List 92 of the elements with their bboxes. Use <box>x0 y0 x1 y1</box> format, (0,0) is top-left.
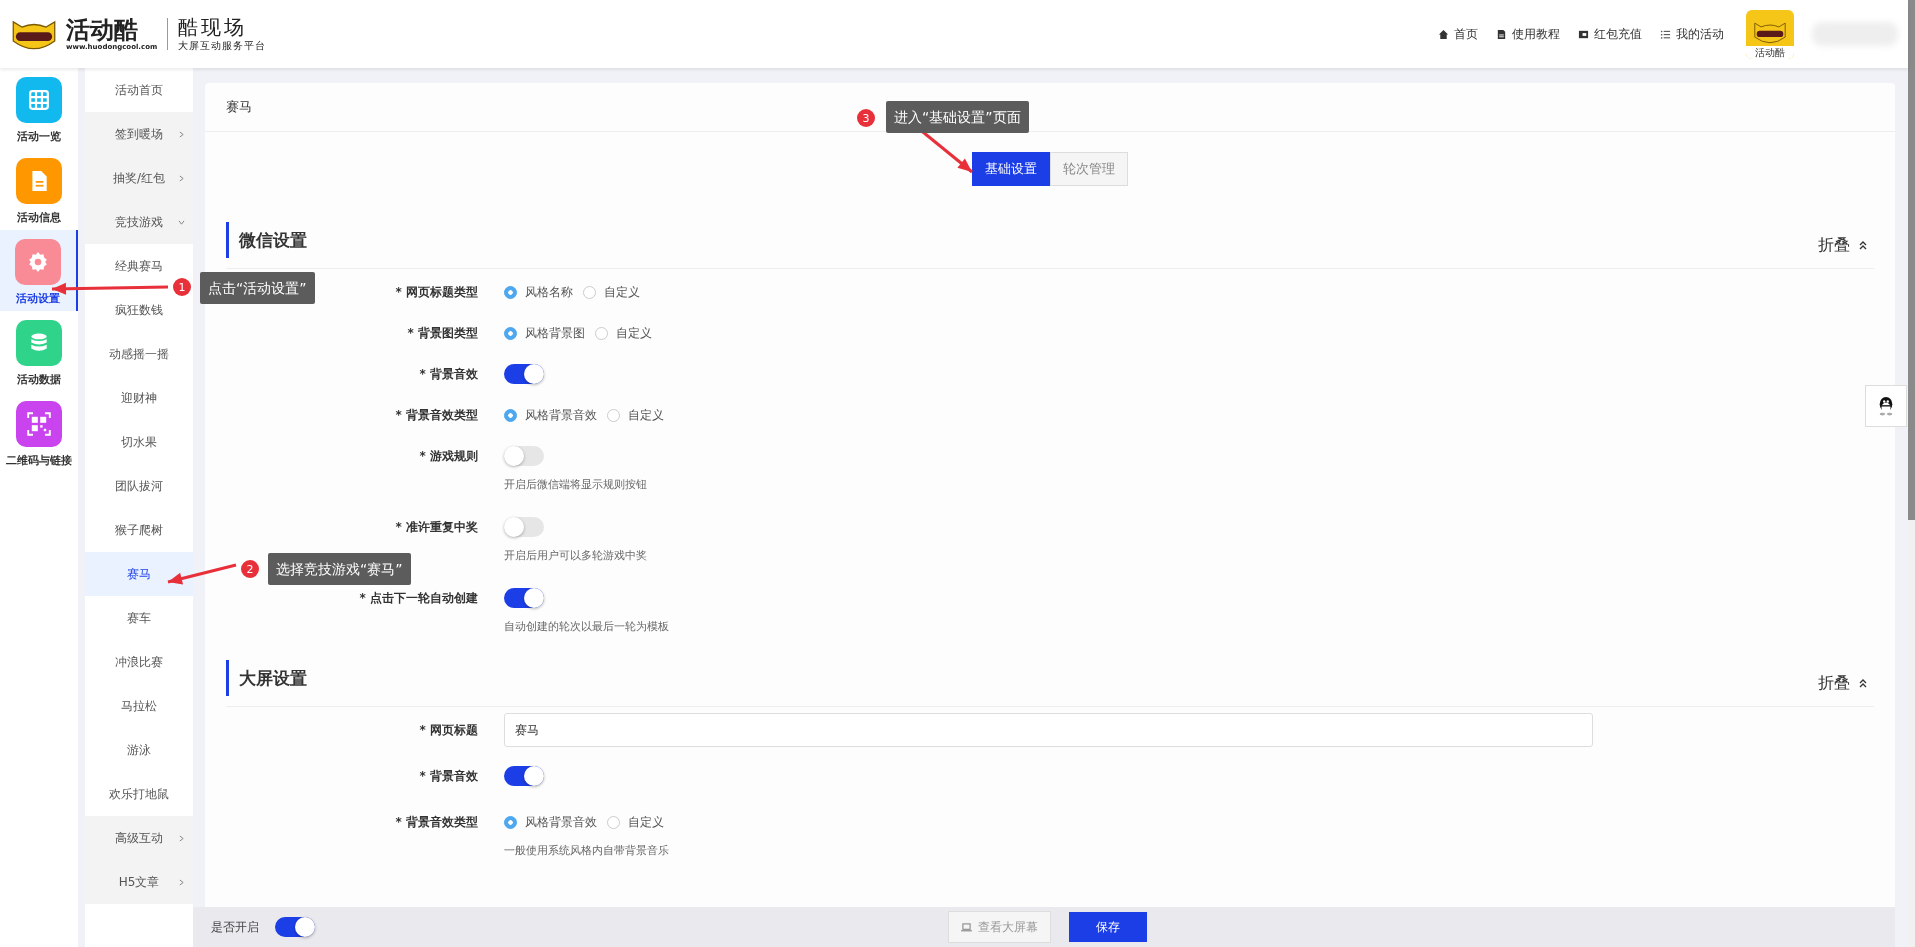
section-title: 微信设置 <box>226 222 307 258</box>
field-label: * 网页标题 <box>419 721 478 739</box>
field-label: * 背景音效 <box>419 365 478 383</box>
radio-option[interactable]: 风格背景音效 <box>504 406 597 424</box>
field-label: * 点击下一轮自动创建 <box>359 589 478 607</box>
radio-option[interactable]: 风格背景图 <box>504 324 585 342</box>
hint-text: 开启后用户可以多轮游戏中奖 <box>504 548 647 564</box>
chevron-icon <box>179 834 184 842</box>
save-button[interactable]: 保存 <box>1069 912 1147 942</box>
radio-label: 自定义 <box>616 324 652 342</box>
radio-label: 自定义 <box>604 283 640 301</box>
toggle-switch[interactable] <box>504 588 544 608</box>
toggle-switch[interactable] <box>504 364 544 384</box>
hint-text: 自动创建的轮次以最后一轮为模板 <box>504 619 669 635</box>
callout-label: 点击“活动设置” <box>200 272 315 304</box>
radio-label: 自定义 <box>628 406 664 424</box>
collapse-link[interactable]: 折叠 <box>1818 672 1874 694</box>
enable-label: 是否开启 <box>211 918 259 936</box>
menu-item[interactable]: 竞技游戏 <box>85 200 193 244</box>
page-title: 赛马 <box>226 98 252 116</box>
menu-item[interactable]: 抽奖/红包 <box>85 156 193 200</box>
radio-label: 风格背景音效 <box>525 406 597 424</box>
laptop-icon <box>961 922 972 932</box>
radio-label: 风格背景图 <box>525 324 585 342</box>
annotation-arrow <box>167 563 237 585</box>
rail-item[interactable]: 活动设置 <box>0 230 78 311</box>
list-icon <box>1660 28 1671 40</box>
radio-option[interactable]: 自定义 <box>607 813 664 831</box>
toggle-switch[interactable] <box>504 446 544 466</box>
avatar-caption: 活动酷 <box>1746 45 1794 59</box>
radio-option[interactable]: 自定义 <box>607 406 664 424</box>
toggle-switch[interactable] <box>275 917 315 937</box>
chevron-icon <box>179 174 184 182</box>
home-icon <box>1438 28 1449 40</box>
rail-item[interactable]: 活动数据 <box>0 311 78 392</box>
nav-link[interactable]: 红包充值 <box>1578 25 1642 43</box>
chevron-icon <box>179 130 184 138</box>
double-chevron-up-icon <box>1858 240 1868 250</box>
collapse-link[interactable]: 折叠 <box>1818 234 1874 256</box>
field-label: * 游戏规则 <box>419 447 478 465</box>
tab[interactable]: 基础设置 <box>972 152 1050 186</box>
tagline: 大屏互动服务平台 <box>178 39 267 53</box>
nav-link[interactable]: 我的活动 <box>1660 25 1724 43</box>
nav-link[interactable]: 首页 <box>1438 25 1478 43</box>
field-label: * 背景音效类型 <box>395 813 478 831</box>
radio-button[interactable] <box>595 326 608 340</box>
menu-item[interactable]: 签到暖场 <box>85 112 193 156</box>
nav-link[interactable]: 使用教程 <box>1496 25 1560 43</box>
brand-name: 活动酷 <box>66 17 138 43</box>
radio-label: 风格背景音效 <box>525 813 597 831</box>
hint-text: 一般使用系统风格内自带背景音乐 <box>504 843 669 859</box>
radio-option[interactable]: 风格背景音效 <box>504 813 597 831</box>
menu-item[interactable]: H5文章 <box>85 860 193 904</box>
radio-button[interactable] <box>607 815 620 829</box>
chevron-icon <box>178 219 185 225</box>
input-field[interactable]: 赛马 <box>504 713 1593 747</box>
field-label: * 背景音效 <box>419 767 478 785</box>
wallet-icon <box>1578 28 1589 40</box>
rail-item[interactable]: 活动一览 <box>0 68 78 149</box>
radio-button[interactable] <box>504 815 517 829</box>
field-label: * 背景音效类型 <box>395 406 478 424</box>
field-label: * 背景图类型 <box>407 324 478 342</box>
double-chevron-up-icon <box>1858 678 1868 688</box>
product-name: 酷现场 <box>178 15 249 39</box>
field-label: * 网页标题类型 <box>395 283 478 301</box>
menu-item[interactable]: 赛马 <box>85 552 193 596</box>
radio-label: 风格名称 <box>525 283 573 301</box>
radio-option[interactable]: 自定义 <box>595 324 652 342</box>
toggle-switch[interactable] <box>504 517 544 537</box>
field-label: * 准许重复中奖 <box>395 518 478 536</box>
radio-option[interactable]: 自定义 <box>583 283 640 301</box>
radio-button[interactable] <box>583 285 596 299</box>
rail-item[interactable]: 活动信息 <box>0 149 78 230</box>
document-icon <box>1496 28 1507 40</box>
penguin-chat-button[interactable] <box>1865 385 1907 427</box>
toggle-switch[interactable] <box>504 766 544 786</box>
hint-text: 开启后微信端将显示规则按钮 <box>504 477 647 493</box>
radio-button[interactable] <box>504 326 517 340</box>
callout-label: 进入“基础设置”页面 <box>886 101 1029 133</box>
radio-button[interactable] <box>504 285 517 299</box>
scrollbar[interactable] <box>1908 0 1915 947</box>
radio-button[interactable] <box>504 408 517 422</box>
radio-option[interactable]: 风格名称 <box>504 283 573 301</box>
callout-label: 选择竞技游戏“赛马” <box>268 553 411 585</box>
chevron-icon <box>179 878 184 886</box>
penguin-icon <box>1877 396 1895 416</box>
radio-button[interactable] <box>607 408 620 422</box>
rail-item[interactable]: 二维码与链接 <box>0 392 78 473</box>
radio-label: 自定义 <box>628 813 664 831</box>
menu-item[interactable]: 高级互动 <box>85 816 193 860</box>
section-title: 大屏设置 <box>226 660 307 696</box>
avatar[interactable]: 活动酷 <box>1746 9 1794 59</box>
